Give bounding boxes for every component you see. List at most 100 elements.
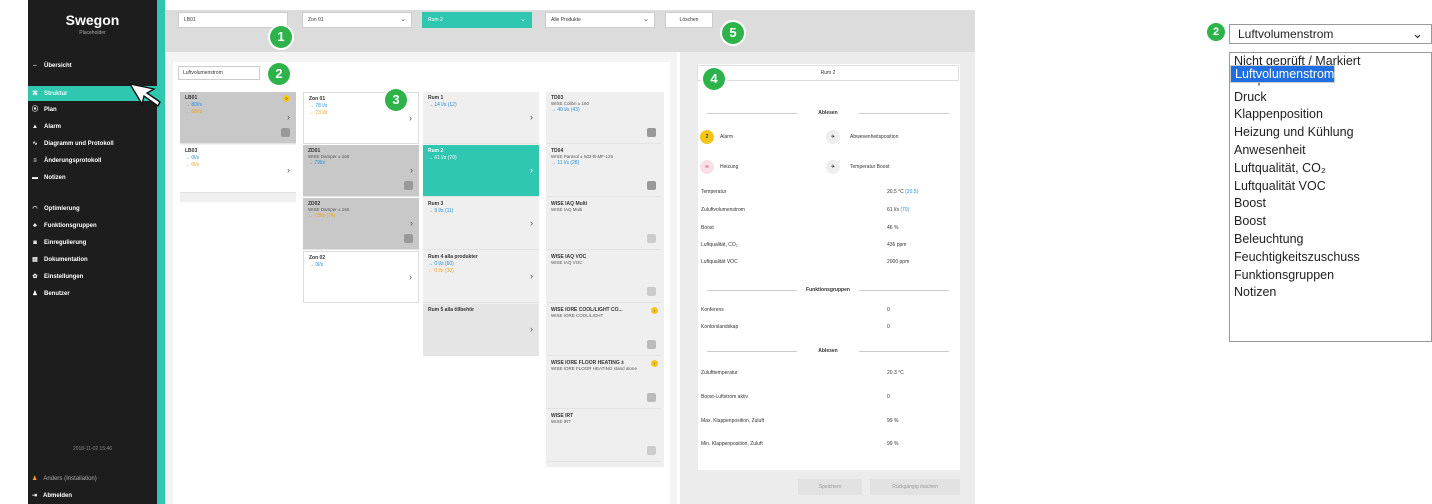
chevron-right-icon: › — [287, 112, 290, 122]
card-lb01[interactable]: LB01 → 80l/s ← 68l/s 2 › — [180, 92, 296, 144]
sidebar-item-uebersicht[interactable]: ⇔ Übersicht — [28, 58, 157, 73]
dropdown-option[interactable]: Boost — [1230, 195, 1431, 213]
card-lb03[interactable]: LB03 → 0l/s ← 0l/s › — [180, 145, 296, 193]
card-iore-floor-heating[interactable]: WISE IORE FLOOR HEATING ± WISE IORE FLOO… — [546, 357, 662, 409]
kv-zulufttemperatur: Zulufttemperatur 20.3 °C — [701, 370, 904, 376]
chevron-right-icon: › — [530, 271, 533, 281]
dropdown-option[interactable]: Heizung und Kühlung — [1230, 124, 1431, 142]
logout-button[interactable]: ⇥ Abmelden — [32, 492, 72, 500]
kv-min-klappe: Min. Klappenposition, Zuluft 99 % — [701, 441, 899, 447]
chevron-down-icon: ⌄ — [400, 16, 406, 23]
dropdown-option[interactable]: Beleuchtung — [1230, 231, 1431, 249]
absence-label: Abwesenheitsposition — [850, 134, 899, 140]
room-select[interactable]: Rum 2 ⌄ — [422, 12, 532, 28]
kv-max-klappe: Max. Klappenposition, Zuluft 99 % — [701, 418, 899, 424]
dropdown-option[interactable]: Druck — [1230, 89, 1431, 107]
section-funktionsgruppen: Funktionsgruppen — [697, 287, 959, 293]
sidebar-item-notizen[interactable]: ▬ Notizen — [28, 170, 157, 185]
heating-icon: ≋ — [700, 160, 714, 174]
card-iaq-voc[interactable]: WISE IAQ VOC WISE IAQ VOC — [546, 251, 662, 303]
sidebar-item-einstellungen[interactable]: ✿ Einstellungen — [28, 269, 157, 284]
temp-boost-icon: ✈ — [826, 160, 840, 174]
module-icon — [647, 340, 656, 349]
alarm-badge-icon: 2 — [283, 95, 290, 102]
list-icon: ≡ — [33, 157, 37, 164]
sidebar-item-dokumentation[interactable]: ▤ Dokumentation — [28, 252, 157, 267]
card-zon02[interactable]: Zon 02 → 0l/s › — [303, 251, 419, 303]
dropdown-option[interactable]: Luftqualität, CO₂ — [1230, 160, 1431, 178]
chevron-right-icon: › — [530, 324, 533, 334]
view-select[interactable]: Luftvolumenstrom — [178, 66, 260, 80]
detail-panel — [680, 52, 975, 504]
chevron-down-icon: ⌄ — [643, 16, 649, 23]
callout-2-right: 2 — [1207, 23, 1225, 41]
alarm-badge-icon: ! — [651, 307, 658, 314]
card-rum2[interactable]: Rum 2 → 61 l/s (70) › — [423, 145, 539, 197]
card-iore-cool-light[interactable]: WISE IORE COOL/LIGHT CO... WISE IORE COO… — [546, 304, 662, 356]
view-dropdown-list: Luftvolumenstrom Nicht geprüft / Markier… — [1229, 52, 1432, 342]
dropdown-option[interactable]: Klappenposition — [1230, 106, 1431, 124]
sidebar-item-aenderungsprotokoll[interactable]: ≡ Änderungsprotokoll — [28, 153, 157, 168]
dropdown-option[interactable]: Boost — [1230, 213, 1431, 231]
card-td04[interactable]: TD04 WISE Parasol ± 502-B-MF-125 → 11 l/… — [546, 145, 662, 197]
callout-1: 1 — [270, 26, 292, 48]
users-icon: ♟ — [32, 290, 38, 297]
module-icon — [647, 393, 656, 402]
zone-select[interactable]: Zon 01 ⌄ — [302, 12, 412, 28]
chevron-down-icon: ⌄ — [520, 16, 526, 23]
dropdown-option[interactable]: Anwesenheit — [1230, 142, 1431, 160]
sidebar-accent-bar — [157, 0, 165, 504]
card-zd01[interactable]: ZD01 WISE Damper ± 160 → 79l/s › — [303, 145, 419, 197]
building-select[interactable]: LB01 — [178, 12, 288, 28]
room-name-field[interactable]: Rum 2 — [697, 65, 959, 81]
card-rum1[interactable]: Rum 1 → 14 l/s (12) › — [423, 92, 539, 144]
sidebar-item-optimierung[interactable]: ◠ Optimierung — [28, 201, 157, 216]
sidebar-item-alarm[interactable]: ▲ Alarm — [28, 119, 157, 134]
structure-icon: ⌘ — [32, 90, 38, 97]
mouse-pointer-icon — [128, 82, 161, 108]
device-icon — [281, 128, 290, 137]
card-rum5[interactable]: Rum 5 alla tillbehör › — [423, 304, 539, 356]
card-iaq-multi[interactable]: WISE IAQ Multi WISE IAQ Multi — [546, 198, 662, 250]
doc-icon: ▤ — [32, 256, 38, 263]
card-td03[interactable]: TD03 WISE Colibri ± 160 → 40 l/s (43) — [546, 92, 662, 144]
sidebar-date: 2018-11-02 15:46 — [72, 446, 113, 452]
card-irt[interactable]: WISE IRT WISE IRT — [546, 410, 662, 462]
callout-3: 3 — [385, 89, 407, 111]
swegon-logo: Swegon — [65, 12, 120, 28]
chevron-right-icon: › — [410, 165, 413, 175]
undo-button[interactable]: Rückgängig machen — [870, 479, 960, 495]
sidebar-item-diagramm[interactable]: ∿ Diagramm und Protokoll — [28, 136, 157, 151]
kv-konferens: Konferens 0 — [701, 307, 890, 313]
callout-2: 2 — [268, 63, 290, 85]
kv-boost: Boost 46 % — [701, 225, 899, 231]
kv-zuluft: Zuluftvolumenstrom 61 l/s (70) — [701, 207, 910, 213]
sidebar-user[interactable]: ♟ Anders (Installation) — [32, 475, 97, 483]
dropdown-option[interactable]: Luftqualität VOC — [1230, 178, 1431, 196]
gear-icon: ✿ — [32, 273, 38, 280]
sidebar-item-benutzer[interactable]: ♟ Benutzer — [28, 286, 157, 301]
group-icon: ♣ — [33, 222, 37, 229]
logo-subtitle: Placeholder — [79, 30, 106, 36]
adjust-icon: ◙ — [33, 239, 37, 246]
view-dropdown[interactable]: Luftvolumenstrom ⌄ — [1229, 24, 1432, 44]
products-select[interactable]: Alle Produkte ⌄ — [545, 12, 655, 28]
sidebar-item-funktionsgruppen[interactable]: ♣ Funktionsgruppen — [28, 218, 157, 233]
card-zd02[interactable]: ZD02 WISE Damper ± 160 ← 73l/s (74) › — [303, 198, 419, 250]
save-button[interactable]: Speichern — [798, 479, 862, 495]
clear-button[interactable]: Löschen — [665, 12, 713, 28]
sidebar-item-einregulierung[interactable]: ◙ Einregulierung — [28, 235, 157, 250]
heating-label: Heizung — [720, 164, 739, 170]
card-rum3[interactable]: Rum 3 → 9 l/s (11) › — [423, 198, 539, 250]
dropdown-option[interactable]: Funktionsgruppen — [1230, 267, 1431, 285]
card-rum4[interactable]: Rum 4 alla produkter → 0 l/s (60) ← 0 l/… — [423, 251, 539, 303]
callout-5: 5 — [722, 22, 744, 44]
chevron-down-icon: ⌄ — [1412, 26, 1423, 41]
chevron-right-icon: › — [409, 113, 412, 123]
dropdown-option[interactable]: Luftvolumenstrom — [1230, 65, 1336, 83]
dropdown-option[interactable]: Notizen — [1230, 284, 1431, 302]
alarm-label: Alarm — [720, 134, 734, 140]
damper-icon — [404, 234, 413, 243]
dropdown-option[interactable]: Feuchtigkeitszuschuss — [1230, 249, 1431, 267]
gauge-icon: ◠ — [32, 205, 38, 212]
